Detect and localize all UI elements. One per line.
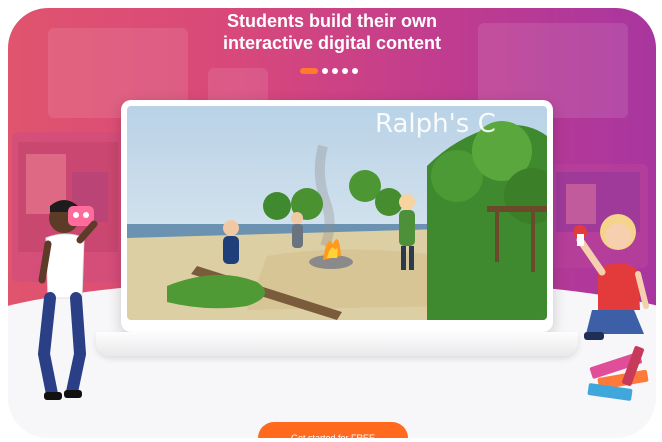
- scene-sign-text: Ralph's C: [375, 109, 496, 139]
- hero-card: Students build their own interactive dig…: [8, 8, 656, 438]
- campfire-scene-image: Ralph's C: [127, 106, 547, 320]
- student-girl-figure: [574, 214, 649, 340]
- carousel-dot-5[interactable]: [352, 68, 358, 74]
- carousel-dot-3[interactable]: [332, 68, 338, 74]
- hero-headline: Students build their own interactive dig…: [8, 10, 656, 54]
- vr-headset-icon: [68, 206, 94, 226]
- headline-line-1: Students build their own: [227, 11, 437, 31]
- craft-materials: [587, 346, 649, 401]
- student-vr-figure: [37, 200, 98, 400]
- carousel-dot-4[interactable]: [342, 68, 348, 74]
- carousel-dots: [300, 68, 358, 74]
- carousel-dot-1[interactable]: [300, 68, 318, 74]
- laptop-base: [96, 332, 578, 356]
- carousel-dot-2[interactable]: [322, 68, 328, 74]
- headline-line-2: interactive digital content: [222, 33, 442, 53]
- laptop-screen: Ralph's C: [121, 100, 553, 332]
- get-started-button[interactable]: Get started for FREE: [258, 422, 408, 438]
